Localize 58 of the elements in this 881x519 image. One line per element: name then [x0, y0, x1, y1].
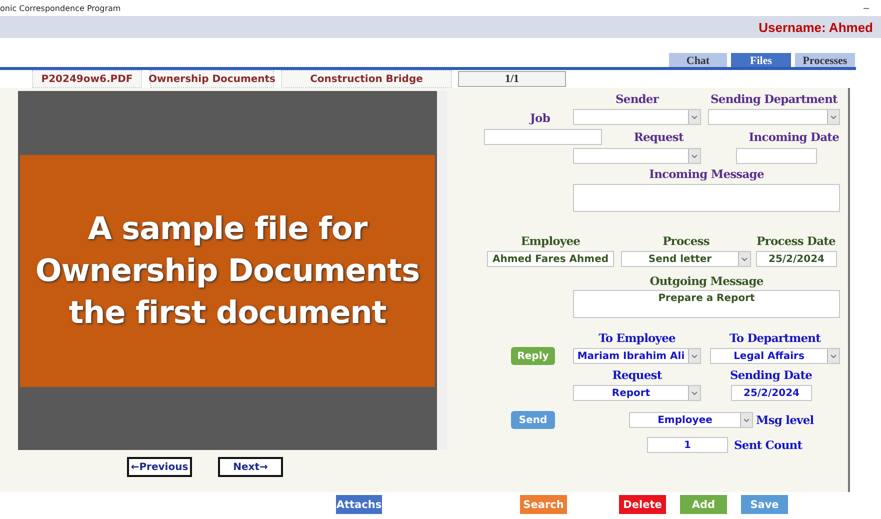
dropdown-field[interactable]: Send letter [621, 251, 751, 267]
scrollbar[interactable] [437, 91, 447, 450]
field-label: To Employee [598, 331, 676, 345]
category-name: Ownership Documents [150, 70, 274, 88]
field-label: Sent Count [734, 438, 804, 452]
input-field[interactable]: 25/2/2024 [731, 385, 812, 401]
field-label: Process [662, 234, 710, 248]
page-counter: 1/1 [458, 71, 566, 87]
field-label: Sender [614, 92, 660, 106]
tab[interactable]: Files [731, 53, 791, 68]
preview-text: the first document [68, 294, 386, 330]
preview-text: A sample file for [88, 210, 368, 246]
tab[interactable]: Chat [669, 53, 727, 68]
minimize-button[interactable]: – [863, 2, 869, 14]
dropdown-caret-icon[interactable] [688, 110, 700, 124]
dropdown-caret-icon[interactable] [688, 349, 700, 363]
dropdown-field[interactable]: Legal Affairs [710, 348, 840, 364]
dropdown-field[interactable]: Report [573, 385, 701, 401]
message-field[interactable] [573, 184, 840, 212]
field-label: Incoming Date [748, 130, 840, 144]
previous-button[interactable]: ←Previous [127, 457, 192, 477]
dropdown-caret-icon[interactable] [688, 149, 700, 163]
field-label: Outgoing Message [648, 274, 764, 288]
next-button[interactable]: Next→ [218, 457, 283, 477]
dropdown-caret-icon[interactable] [688, 386, 700, 400]
username-label: Username: Ahmed [758, 20, 873, 34]
field-label: Request [611, 368, 664, 382]
dropdown-caret-icon[interactable] [738, 252, 750, 266]
file-name: P20249ow6.PDF [32, 70, 142, 88]
input-field[interactable] [484, 129, 602, 145]
input-field[interactable]: 25/2/2024 [756, 251, 837, 267]
field-label: Job [528, 111, 551, 125]
dropdown-caret-icon[interactable] [740, 413, 752, 427]
field-label: Sending Department [710, 92, 839, 106]
dropdown-field[interactable]: Employee [629, 412, 753, 428]
field-label: To Department [728, 331, 822, 345]
dropdown-caret-icon[interactable] [827, 349, 839, 363]
dropdown-field[interactable] [573, 109, 701, 125]
field-label: Sending Date [728, 368, 814, 382]
tab[interactable]: Processes [795, 53, 855, 68]
dropdown-field[interactable] [573, 148, 701, 164]
dropdown-field[interactable]: Mariam Ibrahim Ali [573, 348, 701, 364]
action-button[interactable]: Attachs [336, 495, 382, 514]
field-label: Employee [520, 234, 582, 248]
field-label: Process Date [756, 234, 836, 248]
field-label: Incoming Message [648, 167, 765, 181]
input-field[interactable] [736, 148, 817, 164]
field-label: Msg level [756, 413, 815, 427]
window-title: onic Correspondence Program [0, 4, 121, 12]
preview-text: Ownership Documents [35, 252, 420, 288]
input-field[interactable]: 1 [647, 437, 728, 453]
field-label: Request [632, 130, 685, 144]
dropdown-caret-icon[interactable] [827, 110, 839, 124]
dropdown-field[interactable] [708, 109, 840, 125]
message-field[interactable]: Prepare a Report [573, 290, 840, 318]
input-field[interactable]: Ahmed Fares Ahmed [487, 251, 614, 267]
action-button[interactable]: Delete [619, 495, 666, 514]
project-name: Construction Bridge [281, 70, 452, 88]
